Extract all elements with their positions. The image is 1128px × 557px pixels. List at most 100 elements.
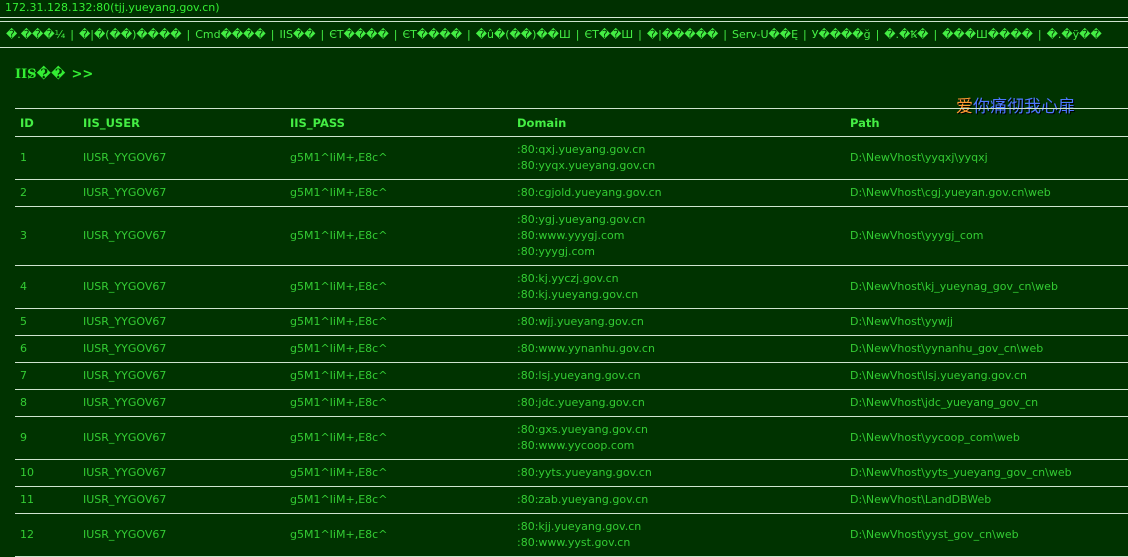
table-header-row: ID IIS_USER IIS_PASS Domain Path xyxy=(15,108,1128,137)
page-title-arrows: >> xyxy=(71,67,94,82)
domain-binding: :80:www.yyst.gov.cn xyxy=(517,536,631,549)
header-id: ID xyxy=(15,108,78,137)
cell-path: D:\NewVhost\LandDBWeb xyxy=(845,486,1128,514)
domain-binding: :80:yyts.yueyang.gov.cn xyxy=(517,466,652,479)
header-iis-user: IIS_USER xyxy=(78,108,285,137)
menu-separator: | xyxy=(1037,28,1042,41)
domain-binding: :80:kj.yyczj.gov.cn xyxy=(517,272,619,285)
header-domain: Domain xyxy=(512,108,845,137)
cell-domain: :80:cgjold.yueyang.gov.cn xyxy=(512,179,845,207)
cell-iis-user: IUSR_YYGOV67 xyxy=(78,416,285,460)
menu-item-5[interactable]: ЄT���� xyxy=(329,28,389,41)
menu-separator: | xyxy=(875,28,880,41)
menu-item-6[interactable]: ЄT���� xyxy=(402,28,462,41)
table-row: 7 IUSR_YYGOV67 g5M1^IiM+,E8c^:80:lsj.yueya… xyxy=(15,362,1128,390)
cell-domain: :80:gxs.yueyang.gov.cn :80:www.yycoop.com xyxy=(512,416,845,460)
menu-item-7[interactable]: �û�(��)��Ш xyxy=(476,28,571,41)
cell-id: 10 xyxy=(15,459,78,487)
cell-path: D:\NewVhost\yynanhu_gov_cn\web xyxy=(845,335,1128,363)
domain-binding: :80:jdc.yueyang.gov.cn xyxy=(517,396,645,409)
menu-separator: | xyxy=(467,28,471,41)
cell-path: D:\NewVhost\lsj.yueyang.gov.cn xyxy=(845,362,1128,390)
cell-domain: :80:zab.yueyang.gov.cn xyxy=(512,486,845,514)
domain-binding: :80:kj.yueyang.gov.cn xyxy=(517,288,639,301)
cell-path: D:\NewVhost\kj_yueynag_gov_cn\web xyxy=(845,265,1128,309)
menu-separator: | xyxy=(933,28,938,41)
cell-path: D:\NewVhost\cgj.yueyan.gov.cn\web xyxy=(845,179,1128,207)
table-row: 11 IUSR_YYGOV67 g5M1^IiM+,E8c^:80:zab.yuey… xyxy=(15,486,1128,514)
cell-iis-user: IUSR_YYGOV67 xyxy=(78,389,285,417)
cell-iis-user: IUSR_YYGOV67 xyxy=(78,362,285,390)
domain-binding: :80:yyygj.com xyxy=(517,245,595,258)
address-bar: 172.31.128.132:80(tjj.yueyang.gov.cn) xyxy=(0,0,1128,18)
table-row: 10 IUSR_YYGOV67 g5M1^IiM+,E8c^:80:yyts.yue… xyxy=(15,459,1128,487)
menu-item-8[interactable]: ЄT��Ш xyxy=(584,28,633,41)
domain-binding: :80:lsj.yueyang.gov.cn xyxy=(517,369,641,382)
cell-iis-pass: g5M1^IiM+,E8c^ xyxy=(285,486,512,514)
table-row: 12 IUSR_YYGOV67 g5M1^IiM+,E8c^:80:kjj.yuey… xyxy=(15,513,1128,557)
cell-domain: :80:www.yynanhu.gov.cn xyxy=(512,335,845,363)
cell-iis-pass: g5M1^IiM+,E8c^ xyxy=(285,389,512,417)
menu-item-12[interactable]: �.�Ꝅ� xyxy=(884,28,928,41)
menu-separator: | xyxy=(270,28,275,41)
cell-domain: :80:kjj.yueyang.gov.cn :80:www.yyst.gov.c… xyxy=(512,513,845,557)
cell-path: D:\NewVhost\yyst_gov_cn\web xyxy=(845,513,1128,557)
page-title: IIS̷�� >> xyxy=(15,67,93,82)
cell-iis-user: IUSR_YYGOV67 xyxy=(78,206,285,266)
table-row: 9 IUSR_YYGOV67 g5M1^IiM+,E8c^:80:gxs.yueya… xyxy=(15,416,1128,460)
table-row: 5 IUSR_YYGOV67 g5M1^IiM+,E8c^:80:wjj.yueya… xyxy=(15,308,1128,336)
cell-path: D:\NewVhost\yyqxj\yyqxj xyxy=(845,136,1128,180)
menu-item-2[interactable]: �|�(��)���� xyxy=(79,28,182,41)
menu-separator: | xyxy=(638,28,642,41)
menu-item-10[interactable]: Serv-U��Ę xyxy=(732,28,798,41)
table-row: 4 IUSR_YYGOV67 g5M1^IiM+,E8c^:80:kj.yyczj.… xyxy=(15,265,1128,309)
menu-separator: | xyxy=(70,28,74,41)
cell-path: D:\NewVhost\jdc_yueyang_gov_cn xyxy=(845,389,1128,417)
cell-domain: :80:yyts.yueyang.gov.cn xyxy=(512,459,845,487)
cell-id: 2 xyxy=(15,179,78,207)
domain-binding: :80:www.yynanhu.gov.cn xyxy=(517,342,655,355)
cell-id: 5 xyxy=(15,308,78,336)
cell-iis-pass: g5M1^IiM+,E8c^ xyxy=(285,308,512,336)
domain-binding: :80:kjj.yueyang.gov.cn xyxy=(517,520,642,533)
page-title-text: IIS̷�� xyxy=(15,67,66,82)
header-iis-pass: IIS_PASS xyxy=(285,108,512,137)
cell-iis-user: IUSR_YYGOV67 xyxy=(78,136,285,180)
cell-id: 12 xyxy=(15,513,78,557)
cell-iis-user: IUSR_YYGOV67 xyxy=(78,513,285,557)
cell-iis-user: IUSR_YYGOV67 xyxy=(78,459,285,487)
menu-item-3[interactable]: Cmd���� xyxy=(195,28,266,41)
domain-binding: :80:gxs.yueyang.gov.cn xyxy=(517,423,648,436)
menu-item-9[interactable]: �|����� xyxy=(647,28,718,41)
cell-iis-user: IUSR_YYGOV67 xyxy=(78,265,285,309)
cell-domain: :80:wjj.yueyang.gov.cn xyxy=(512,308,845,336)
menu-bar: �.���¼ | �|�(��)���� | Cmd���� | IIS�� | ЄT���� |… xyxy=(0,21,1128,48)
menu-separator: | xyxy=(575,28,580,41)
cell-domain: :80:qxj.yueyang.gov.cn:80:yyqx.yueyang.g… xyxy=(512,136,845,180)
table-row: 8 IUSR_YYGOV67 g5M1^IiM+,E8c^ :80:jdc.yueya… xyxy=(15,389,1128,417)
cell-id: 6 xyxy=(15,335,78,363)
table-row: 1 IUSR_YYGOV67 g5M1^IiM+,E8c^:80:qxj.yueya… xyxy=(15,136,1128,180)
cell-iis-user: IUSR_YYGOV67 xyxy=(78,308,285,336)
cell-iis-pass: g5M1^IiM+,E8c^ xyxy=(285,362,512,390)
menu-item-13[interactable]: ���Ш���� xyxy=(942,28,1033,41)
menu-item-14[interactable]: �.�ÿ�� xyxy=(1047,28,1102,41)
cell-iis-pass: g5M1^IiM+,E8c^ xyxy=(285,265,512,309)
table-row: 6 IUSR_YYGOV67 g5M1^IiM+,E8c^:80:www.yynan… xyxy=(15,335,1128,363)
cell-iis-pass: g5M1^IiM+,E8c^ xyxy=(285,206,512,266)
cell-iis-pass: g5M1^IiM+,E8c^ xyxy=(285,335,512,363)
menu-separator: | xyxy=(320,28,325,41)
cell-iis-pass: g5M1^IiM+,E8c^ xyxy=(285,416,512,460)
cell-iis-pass: g5M1^IiM+,E8c^ xyxy=(285,136,512,180)
cell-iis-pass: g5M1^IiM+,E8c^ xyxy=(285,513,512,557)
cell-id: 8 xyxy=(15,389,78,417)
menu-item-1[interactable]: �.���¼ xyxy=(6,28,65,41)
menu-item-4[interactable]: IIS�� xyxy=(279,28,315,41)
cell-domain: :80:lsj.yueyang.gov.cn xyxy=(512,362,845,390)
menu-item-11[interactable]: У����ğ xyxy=(812,28,871,41)
domain-binding: :80:cgjold.yueyang.gov.cn xyxy=(517,186,662,199)
table-row: 3 IUSR_YYGOV67 g5M1^IiM+,E8c^:80:ygj.yueya… xyxy=(15,206,1128,266)
cell-path: D:\NewVhost\yycoop_com\web xyxy=(845,416,1128,460)
domain-binding: :80:www.yycoop.com xyxy=(517,439,635,452)
cell-domain: :80:jdc.yueyang.gov.cn xyxy=(512,389,845,417)
